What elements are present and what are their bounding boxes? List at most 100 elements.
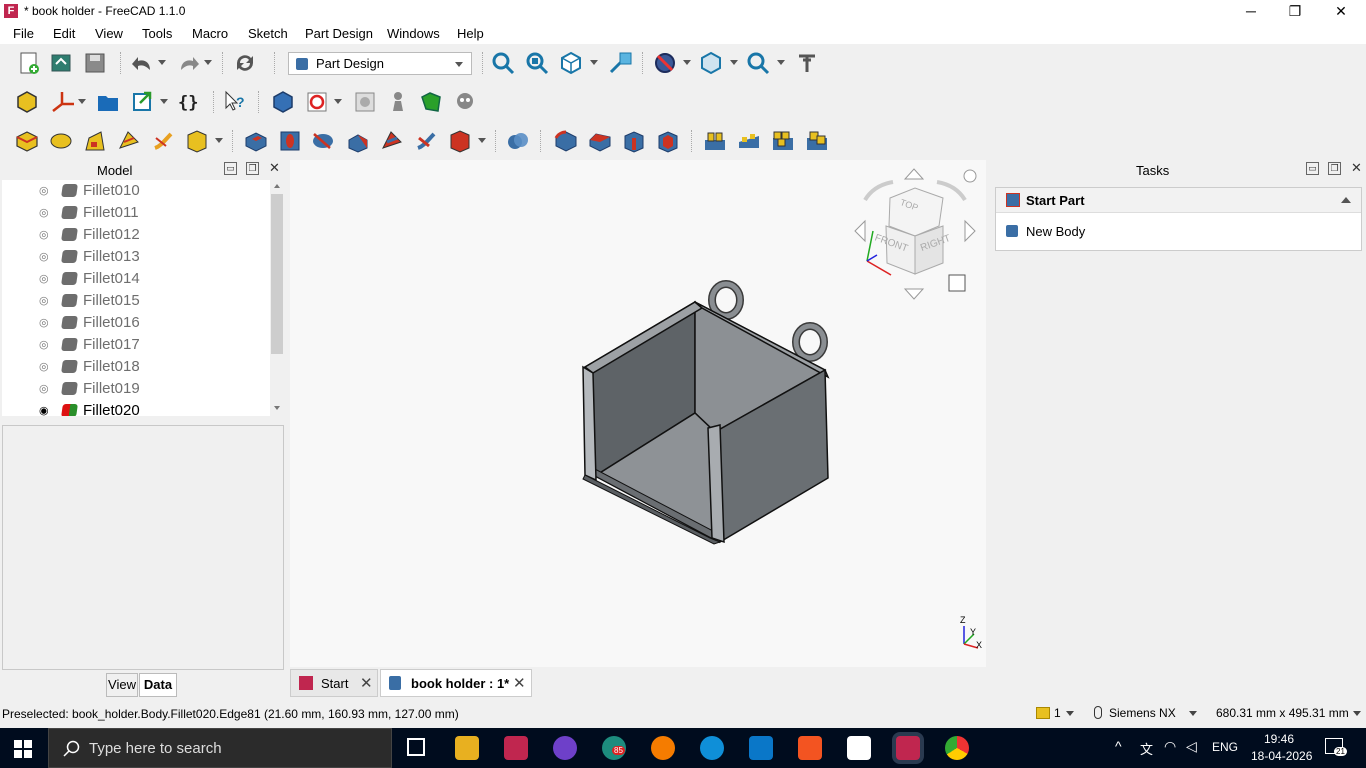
close-tab-icon[interactable]: ✕	[360, 674, 373, 692]
panel-float-icon[interactable]: ▭	[1306, 162, 1319, 175]
language-indicator[interactable]: ENG	[1212, 740, 1238, 754]
body-icon[interactable]	[270, 89, 296, 115]
github-desktop-icon[interactable]	[553, 736, 577, 760]
taskbar-search-box[interactable]: Type here to search	[48, 728, 392, 768]
polar-pattern-icon[interactable]	[770, 128, 796, 154]
clone-icon[interactable]	[352, 89, 378, 115]
edge-icon[interactable]	[700, 736, 724, 760]
menu-part-design[interactable]: Part Design	[305, 26, 373, 41]
tab-data[interactable]: Data	[139, 673, 177, 697]
revolution-icon[interactable]	[48, 128, 74, 154]
tree-item-active[interactable]: ◉ Fillet020	[2, 400, 270, 416]
linear-pattern-icon[interactable]	[736, 128, 762, 154]
undo-dropdown-arrow[interactable]	[158, 60, 166, 65]
collapse-icon[interactable]	[1341, 197, 1351, 203]
tree-scrollbar[interactable]	[270, 180, 284, 416]
tree-item[interactable]: ◎ Fillet013	[2, 246, 270, 268]
panel-undock-icon[interactable]: ❐	[246, 162, 259, 175]
eye-hidden-icon[interactable]: ◎	[39, 206, 49, 219]
panel-float-icon[interactable]: ▭	[224, 162, 237, 175]
validate-sketch-icon[interactable]	[452, 89, 478, 115]
scroll-thumb[interactable]	[271, 194, 283, 354]
eye-hidden-icon[interactable]: ◎	[39, 338, 49, 351]
clock-date[interactable]: 18-04-2026	[1251, 749, 1312, 763]
redo-dropdown-arrow[interactable]	[204, 60, 212, 65]
std-views-dropdown-arrow[interactable]	[730, 60, 738, 65]
refresh-icon[interactable]	[232, 50, 258, 76]
subtractive-loft-icon[interactable]	[345, 128, 371, 154]
fit-all-icon[interactable]	[490, 50, 516, 76]
close-tab-icon[interactable]: ✕	[513, 674, 526, 692]
eye-hidden-icon[interactable]: ◎	[39, 228, 49, 241]
windows-start-icon[interactable]	[14, 740, 32, 758]
eye-hidden-icon[interactable]: ◎	[39, 272, 49, 285]
measure-tool-icon[interactable]	[794, 50, 820, 76]
brave-icon[interactable]	[798, 736, 822, 760]
pipe-icon[interactable]	[116, 128, 142, 154]
pad-icon[interactable]	[14, 128, 40, 154]
restore-button[interactable]: ❐	[1272, 0, 1318, 23]
shape-binder-icon[interactable]	[304, 89, 330, 115]
new-body-action[interactable]: New Body	[1006, 224, 1206, 244]
menu-windows[interactable]: Windows	[387, 26, 440, 41]
tab-view[interactable]: View	[106, 673, 138, 697]
tree-item[interactable]: ◎ Fillet016	[2, 312, 270, 334]
boolean-icon[interactable]	[505, 128, 531, 154]
redo-icon[interactable]	[175, 50, 201, 76]
thickness-icon[interactable]	[655, 128, 681, 154]
chevron-down-icon[interactable]	[1066, 711, 1074, 716]
subtractive-helix-icon[interactable]	[413, 128, 439, 154]
subtractive-primitive-icon[interactable]	[447, 128, 473, 154]
eye-hidden-icon[interactable]: ◎	[39, 382, 49, 395]
vscode-icon[interactable]	[749, 736, 773, 760]
std-views-icon[interactable]	[698, 50, 724, 76]
chevron-down-icon[interactable]	[1353, 711, 1361, 716]
groove-icon[interactable]	[310, 128, 336, 154]
minimize-button[interactable]: ─	[1228, 0, 1274, 23]
sketch-on-face-icon[interactable]	[418, 89, 444, 115]
expressions-icon[interactable]: {}	[176, 89, 202, 115]
chess-piece-icon[interactable]	[385, 89, 411, 115]
menu-edit[interactable]: Edit	[53, 26, 75, 41]
fillet-icon[interactable]	[553, 128, 579, 154]
navigation-style-selector[interactable]: Siemens NX	[1109, 706, 1176, 720]
tab-book-holder[interactable]: book holder : 1* ✕	[380, 669, 532, 697]
hole-icon[interactable]	[277, 128, 303, 154]
tree-item[interactable]: ◎ Fillet018	[2, 356, 270, 378]
menu-macro[interactable]: Macro	[192, 26, 228, 41]
eye-hidden-icon[interactable]: ◎	[39, 250, 49, 263]
fit-selection-icon[interactable]	[524, 50, 550, 76]
additive-dropdown-arrow[interactable]	[215, 138, 223, 143]
tree-item[interactable]: ◎ Fillet010	[2, 180, 270, 202]
undo-icon[interactable]	[130, 50, 156, 76]
chevron-up-icon[interactable]: ^	[1115, 738, 1122, 754]
task-view-icon[interactable]	[407, 738, 425, 756]
loft-icon[interactable]	[82, 128, 108, 154]
zoom-dropdown-arrow[interactable]	[777, 60, 785, 65]
draw-style-dropdown-arrow[interactable]	[683, 60, 691, 65]
panel-close-icon[interactable]: ✕	[268, 161, 281, 175]
firefox-icon[interactable]	[651, 736, 675, 760]
additive-primitive-icon[interactable]	[184, 128, 210, 154]
eye-hidden-icon[interactable]: ◎	[39, 294, 49, 307]
measure-view-icon[interactable]	[608, 50, 634, 76]
mirrored-icon[interactable]	[702, 128, 728, 154]
subtractive-dropdown-arrow[interactable]	[478, 138, 486, 143]
datum-icon[interactable]	[50, 89, 76, 115]
isometric-view-icon[interactable]	[558, 50, 584, 76]
link-icon[interactable]	[130, 89, 156, 115]
tree-item[interactable]: ◎ Fillet015	[2, 290, 270, 312]
scroll-down-icon[interactable]	[274, 406, 280, 410]
pocket-icon[interactable]	[243, 128, 269, 154]
draft-icon[interactable]	[621, 128, 647, 154]
tree-item[interactable]: ◎ Fillet017	[2, 334, 270, 356]
binder-dropdown-arrow[interactable]	[334, 99, 342, 104]
notes-icon[interactable]	[847, 736, 871, 760]
datum-dropdown-arrow[interactable]	[78, 99, 86, 104]
eye-hidden-icon[interactable]: ◎	[39, 316, 49, 329]
app-icon[interactable]: 85	[602, 736, 626, 760]
whats-this-icon[interactable]: ?	[222, 89, 248, 115]
create-group-icon[interactable]	[95, 89, 121, 115]
tree-item[interactable]: ◎ Fillet012	[2, 224, 270, 246]
chrome-icon[interactable]	[945, 736, 969, 760]
